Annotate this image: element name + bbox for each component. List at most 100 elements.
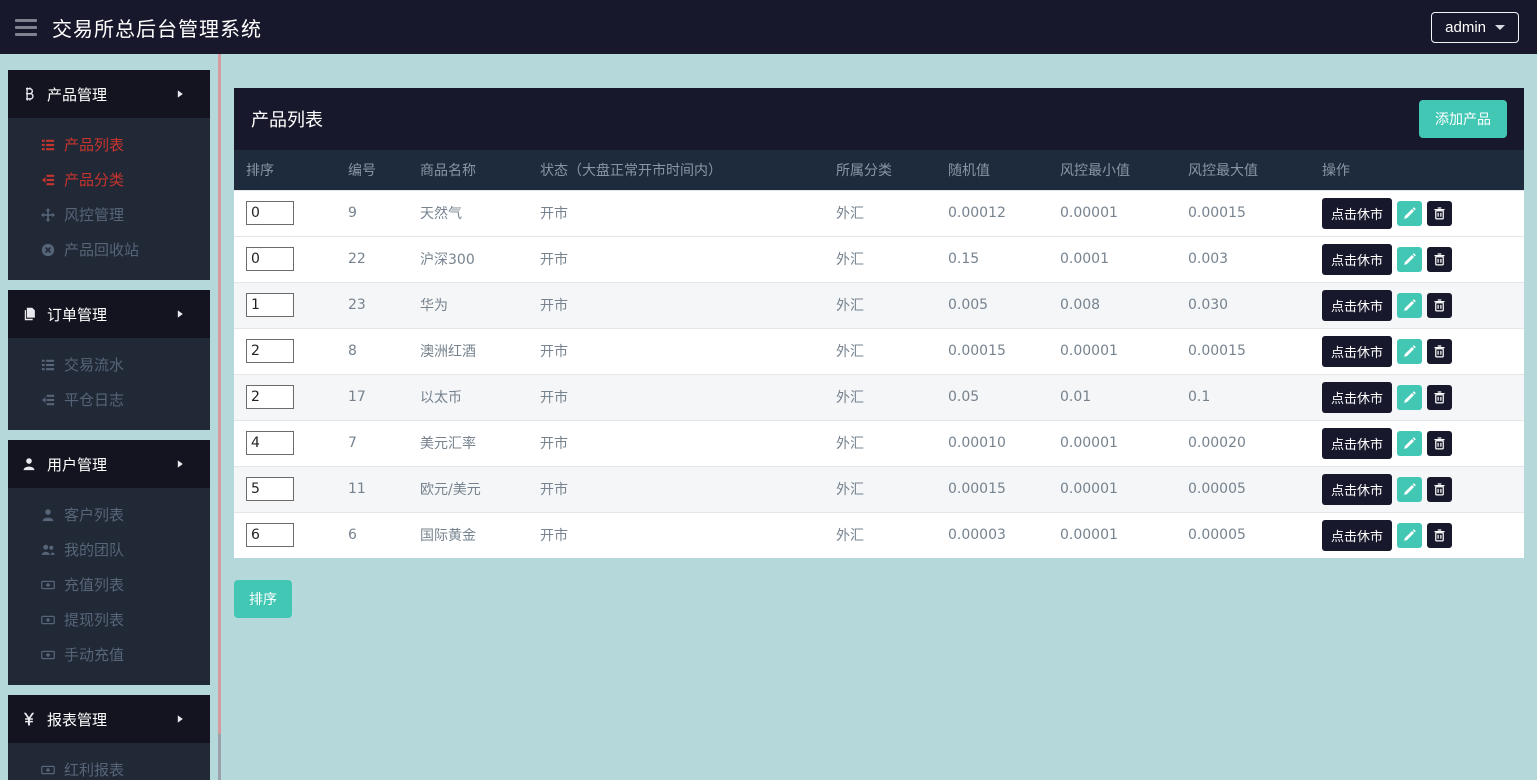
sort-input[interactable] (246, 339, 294, 363)
delete-button[interactable] (1427, 477, 1452, 502)
edit-button[interactable] (1397, 201, 1422, 226)
cell-risk-min: 0.01 (1052, 374, 1180, 420)
sidebar-item[interactable]: 产品列表 (8, 127, 210, 162)
sidebar-item[interactable]: 手动充值 (8, 637, 210, 672)
cell-id: 17 (340, 374, 412, 420)
sort-input[interactable] (246, 201, 294, 225)
caret-right-icon (175, 714, 185, 724)
close-market-button[interactable]: 点击休市 (1322, 290, 1392, 321)
trash-icon (1433, 253, 1446, 266)
cell-random-value: 0.00003 (940, 512, 1052, 558)
sidebar-item[interactable]: 提现列表 (8, 602, 210, 637)
sidebar-section-header[interactable]: 用户管理 (8, 440, 210, 488)
caret-down-icon (1495, 25, 1505, 30)
sidebar-separator (218, 54, 221, 780)
sidebar-item[interactable]: 产品回收站 (8, 232, 210, 267)
main-content: 产品列表 添加产品 排序编号商品名称状态（大盘正常开市时间内）所属分类随机值风控… (234, 88, 1524, 780)
sidebar-item-label: 产品分类 (64, 169, 124, 190)
edit-button[interactable] (1397, 247, 1422, 272)
sidebar-item[interactable]: 充值列表 (8, 567, 210, 602)
sort-input[interactable] (246, 247, 294, 271)
sidebar-item[interactable]: 产品分类 (8, 162, 210, 197)
list-indent-icon (41, 173, 55, 187)
sidebar-item-label: 平仓日志 (64, 389, 124, 410)
product-table-body: 9天然气开市外汇0.000120.000010.00015点击休市22沪深300… (234, 190, 1524, 558)
delete-button[interactable] (1427, 431, 1452, 456)
sort-input[interactable] (246, 431, 294, 455)
sidebar-section-header[interactable]: 订单管理 (8, 290, 210, 338)
cell-category: 外汇 (828, 374, 940, 420)
delete-button[interactable] (1427, 201, 1452, 226)
edit-button[interactable] (1397, 431, 1422, 456)
table-row: 9天然气开市外汇0.000120.000010.00015点击休市 (234, 190, 1524, 236)
pencil-icon (1403, 207, 1416, 220)
edit-button[interactable] (1397, 339, 1422, 364)
delete-button[interactable] (1427, 339, 1452, 364)
sidebar-item[interactable]: 平仓日志 (8, 382, 210, 417)
money-icon (41, 613, 55, 627)
user-menu-button[interactable]: admin (1431, 12, 1519, 43)
product-list-panel: 产品列表 添加产品 排序编号商品名称状态（大盘正常开市时间内）所属分类随机值风控… (234, 88, 1524, 558)
cell-risk-max: 0.1 (1180, 374, 1314, 420)
sort-input[interactable] (246, 523, 294, 547)
bitcoin-icon (22, 87, 36, 101)
actions-group: 点击休市 (1322, 428, 1516, 459)
cell-risk-min: 0.0001 (1052, 236, 1180, 282)
delete-button[interactable] (1427, 247, 1452, 272)
cell-risk-max: 0.003 (1180, 236, 1314, 282)
column-header: 排序 (234, 150, 340, 190)
sidebar-item[interactable]: 我的团队 (8, 532, 210, 567)
close-market-button[interactable]: 点击休市 (1322, 244, 1392, 275)
sidebar-section-header[interactable]: 产品管理 (8, 70, 210, 118)
cell-actions: 点击休市 (1314, 236, 1524, 282)
cell-product-name: 华为 (412, 282, 532, 328)
cell-status: 开市 (532, 466, 828, 512)
close-market-button[interactable]: 点击休市 (1322, 198, 1392, 229)
sort-button[interactable]: 排序 (234, 580, 292, 618)
cell-random-value: 0.05 (940, 374, 1052, 420)
cell-risk-min: 0.008 (1052, 282, 1180, 328)
pencil-icon (1403, 483, 1416, 496)
sidebar-item[interactable]: 客户列表 (8, 497, 210, 532)
sidebar-item[interactable]: 交易流水 (8, 347, 210, 382)
delete-button[interactable] (1427, 523, 1452, 548)
edit-button[interactable] (1397, 293, 1422, 318)
cell-status: 开市 (532, 328, 828, 374)
close-market-button[interactable]: 点击休市 (1322, 382, 1392, 413)
pencil-icon (1403, 437, 1416, 450)
cell-category: 外汇 (828, 190, 940, 236)
delete-button[interactable] (1427, 385, 1452, 410)
add-product-button[interactable]: 添加产品 (1419, 100, 1507, 138)
sort-input[interactable] (246, 477, 294, 501)
edit-button[interactable] (1397, 477, 1422, 502)
close-market-button[interactable]: 点击休市 (1322, 520, 1392, 551)
cell-actions: 点击休市 (1314, 190, 1524, 236)
cell-category: 外汇 (828, 466, 940, 512)
edit-button[interactable] (1397, 523, 1422, 548)
menu-toggle-icon[interactable] (0, 19, 52, 36)
user-icon (41, 508, 55, 522)
cell-risk-min: 0.00001 (1052, 420, 1180, 466)
cell-product-name: 天然气 (412, 190, 532, 236)
close-market-button[interactable]: 点击休市 (1322, 474, 1392, 505)
sidebar-item-label: 提现列表 (64, 609, 124, 630)
close-market-button[interactable]: 点击休市 (1322, 428, 1392, 459)
cell-id: 11 (340, 466, 412, 512)
sidebar-item[interactable]: 红利报表 (8, 752, 210, 780)
close-market-button[interactable]: 点击休市 (1322, 336, 1392, 367)
cell-category: 外汇 (828, 282, 940, 328)
edit-button[interactable] (1397, 385, 1422, 410)
delete-button[interactable] (1427, 293, 1452, 318)
caret-right-icon (175, 309, 185, 319)
cell-random-value: 0.00015 (940, 328, 1052, 374)
sidebar-separator-scroll[interactable] (218, 734, 221, 780)
sort-input[interactable] (246, 385, 294, 409)
sidebar-section-header[interactable]: 报表管理 (8, 695, 210, 743)
trash-icon (1433, 529, 1446, 542)
sidebar-submenu: 交易流水平仓日志 (8, 338, 210, 430)
actions-group: 点击休市 (1322, 520, 1516, 551)
sidebar-item[interactable]: 风控管理 (8, 197, 210, 232)
money-icon (41, 648, 55, 662)
sidebar-section-label: 报表管理 (47, 709, 107, 730)
sort-input[interactable] (246, 293, 294, 317)
